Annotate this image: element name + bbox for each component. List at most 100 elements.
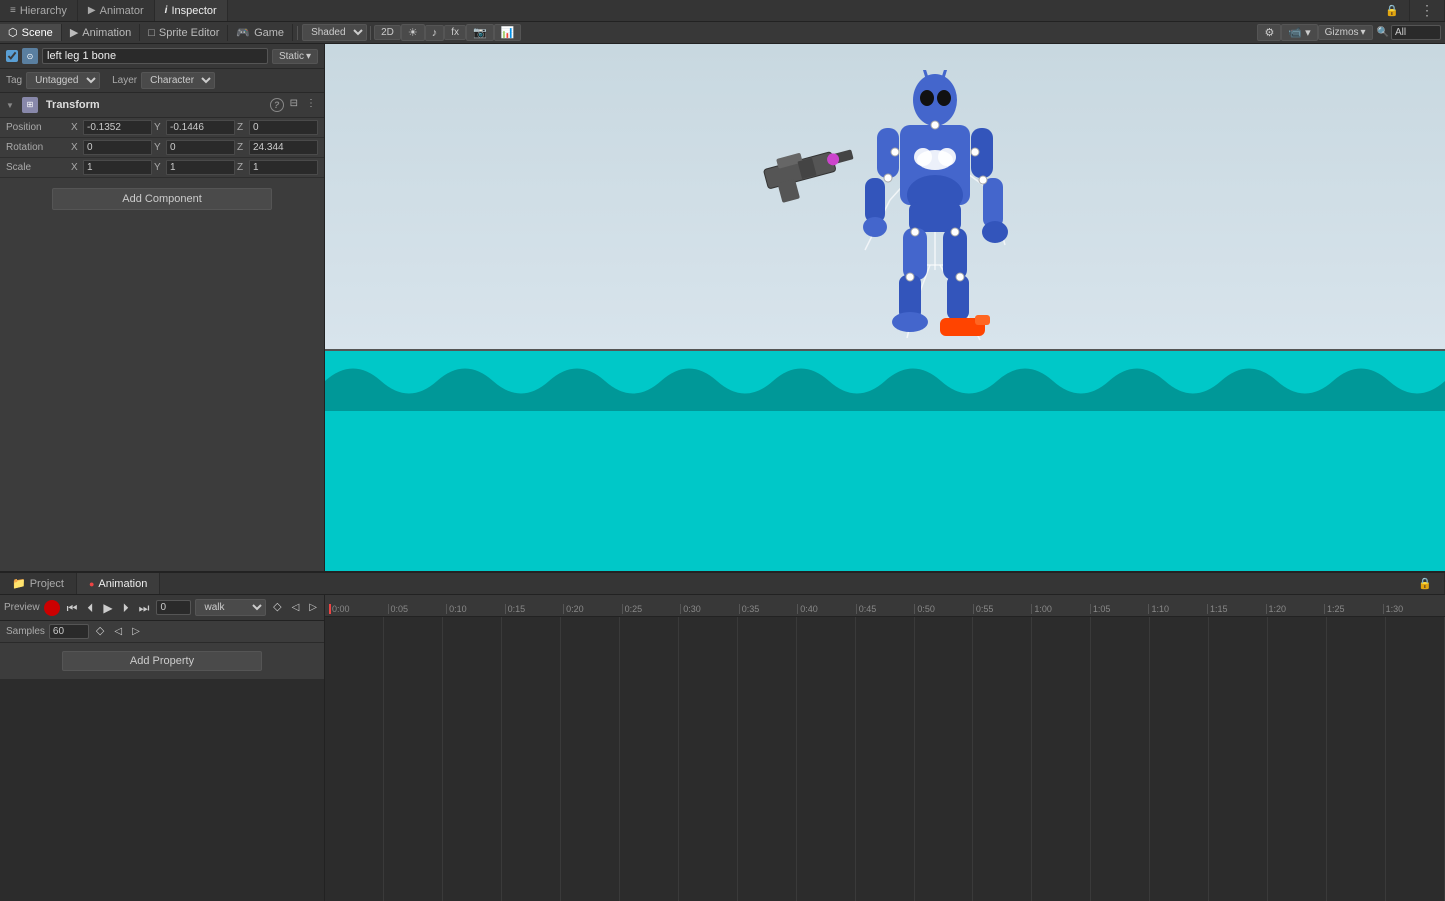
lock-anim-tab[interactable]: 🔒 — [1406, 573, 1445, 594]
tab-game[interactable]: 🎮 Game — [228, 24, 293, 41]
tab-animation-label: Animation — [82, 27, 131, 39]
go-start-button[interactable]: ⏮ — [64, 602, 81, 614]
fx-toggle[interactable]: fx — [444, 25, 466, 40]
shaded-dropdown[interactable]: Shaded — [302, 24, 367, 41]
audio-toggle[interactable]: ♪ — [425, 25, 445, 41]
ruler-mark-13: 1:05 — [1090, 604, 1149, 614]
tag-select[interactable]: Untagged — [26, 72, 100, 89]
rotation-xyz: X Y Z — [71, 140, 318, 155]
key-right-btn[interactable]: ▷ — [129, 627, 143, 637]
scene-view[interactable] — [325, 44, 1445, 571]
tab-hierarchy[interactable]: ≡ Hierarchy — [0, 0, 78, 21]
2d-button[interactable]: 2D — [374, 25, 401, 40]
timeline-cell-12 — [1032, 617, 1091, 901]
animation-timeline[interactable]: 0:000:050:100:150:200:250:300:350:400:45… — [325, 595, 1445, 901]
tools-button[interactable]: ⚙ — [1257, 24, 1281, 41]
transform-settings-btn[interactable]: ⊟ — [288, 98, 300, 112]
position-label: Position — [6, 122, 71, 133]
tab-scene[interactable]: ⬡ Scene — [0, 24, 62, 41]
transform-icons: ? ⊟ ⋮ — [270, 98, 318, 112]
hierarchy-icon: ≡ — [10, 5, 16, 16]
bottom-section: 📁 Project ● Animation 🔒 Preview ⏮ ⏴ ▶ ⏵ … — [0, 571, 1445, 901]
light-toggle[interactable]: ☀ — [401, 24, 425, 41]
layer-select[interactable]: Character — [141, 72, 215, 89]
tab-more[interactable]: ⋮ — [1410, 0, 1445, 21]
timeline-cell-2 — [443, 617, 502, 901]
ruler-mark-16: 1:20 — [1266, 604, 1325, 614]
position-y-input[interactable] — [166, 120, 235, 135]
robot-svg — [835, 70, 1035, 350]
tab-sprite-editor[interactable]: □ Sprite Editor — [140, 25, 228, 41]
rotation-x-input[interactable] — [83, 140, 152, 155]
position-row: Position X Y Z — [0, 118, 324, 138]
transform-title: Transform — [46, 99, 266, 111]
rotation-x-field: X — [71, 140, 152, 155]
diamond-key-btn[interactable]: ◇ — [270, 602, 284, 613]
wave-svg — [325, 351, 1445, 411]
position-z-field: Z — [237, 120, 318, 135]
time-input[interactable] — [156, 600, 191, 615]
record-button[interactable] — [44, 600, 60, 616]
samples-label: Samples — [6, 626, 45, 637]
add-property-button[interactable]: Add Property — [62, 651, 262, 671]
ruler-mark-8: 0:40 — [797, 604, 856, 614]
scale-x-input[interactable] — [83, 160, 152, 175]
key-left-btn[interactable]: ◁ — [111, 627, 125, 637]
object-name-input[interactable] — [42, 48, 268, 64]
step-forward-button[interactable]: ⏵ — [120, 602, 132, 614]
tab-hierarchy-label: Hierarchy — [20, 5, 67, 17]
ruler-mark-3: 0:15 — [505, 604, 564, 614]
anim-controls: Preview ⏮ ⏴ ▶ ⏵ ⏭ walk ◇ ◁ ▷ — [0, 595, 324, 621]
go-end-button[interactable]: ⏭ — [136, 602, 153, 614]
stats-toggle[interactable]: 📊 — [494, 24, 522, 41]
timeline-cell-6 — [679, 617, 738, 901]
rotation-z-label: Z — [237, 142, 247, 153]
rotation-y-input[interactable] — [166, 140, 235, 155]
camera-button[interactable]: 📹 ▾ — [1281, 24, 1317, 41]
transform-toggle[interactable]: ▼ — [6, 101, 14, 110]
add-component-button[interactable]: Add Component — [52, 188, 272, 210]
tab-lock[interactable]: 🔒 — [1375, 0, 1410, 21]
static-button[interactable]: Static ▾ — [272, 49, 318, 64]
gizmos-button[interactable]: Gizmos ▾ — [1318, 25, 1373, 40]
tab-project[interactable]: 📁 Project — [0, 573, 77, 594]
position-z-input[interactable] — [249, 120, 318, 135]
rotation-z-field: Z — [237, 140, 318, 155]
tab-animation[interactable]: ● Animation — [77, 573, 160, 594]
rotation-row: Rotation X Y Z — [0, 138, 324, 158]
timeline-cell-1 — [384, 617, 443, 901]
ruler-mark-14: 1:10 — [1148, 604, 1207, 614]
tab-animation-scene[interactable]: ▶ Animation — [62, 24, 140, 41]
lock-icon: 🔒 — [1385, 4, 1399, 17]
scale-z-input[interactable] — [249, 160, 318, 175]
timeline-cell-13 — [1091, 617, 1150, 901]
ruler-mark-17: 1:25 — [1324, 604, 1383, 614]
clip-select[interactable]: walk — [195, 599, 266, 616]
step-back-button[interactable]: ⏴ — [84, 602, 96, 614]
timeline-cell-15 — [1209, 617, 1268, 901]
play-button[interactable]: ▶ — [100, 602, 115, 614]
key-btn-left[interactable]: ◁ — [289, 603, 303, 613]
tab-animator[interactable]: ▶ Animator — [78, 0, 155, 21]
transform-more-btn[interactable]: ⋮ — [304, 98, 318, 112]
ruler-mark-15: 1:15 — [1207, 604, 1266, 614]
project-icon: 📁 — [12, 577, 26, 590]
tab-inspector[interactable]: i Inspector — [155, 0, 228, 21]
water-area — [325, 351, 1445, 571]
rotation-z-input[interactable] — [249, 140, 318, 155]
object-enabled-checkbox[interactable] — [6, 50, 18, 62]
diamond-btn2[interactable]: ◇ — [93, 626, 107, 637]
lock-anim-icon: 🔒 — [1418, 577, 1432, 590]
scale-y-input[interactable] — [166, 160, 235, 175]
ruler-mark-0: 0:00 — [329, 604, 388, 614]
rotation-label: Rotation — [6, 142, 71, 153]
scale-x-label: X — [71, 162, 81, 173]
position-x-input[interactable] — [83, 120, 152, 135]
samples-input[interactable] — [49, 624, 89, 639]
timeline-content[interactable] — [325, 617, 1445, 901]
timeline-cell-14 — [1150, 617, 1209, 901]
camera-toggle[interactable]: 📷 — [466, 24, 494, 41]
layers-search-input[interactable] — [1391, 25, 1441, 40]
key-btn-right[interactable]: ▷ — [306, 603, 320, 613]
transform-info-btn[interactable]: ? — [270, 98, 284, 112]
